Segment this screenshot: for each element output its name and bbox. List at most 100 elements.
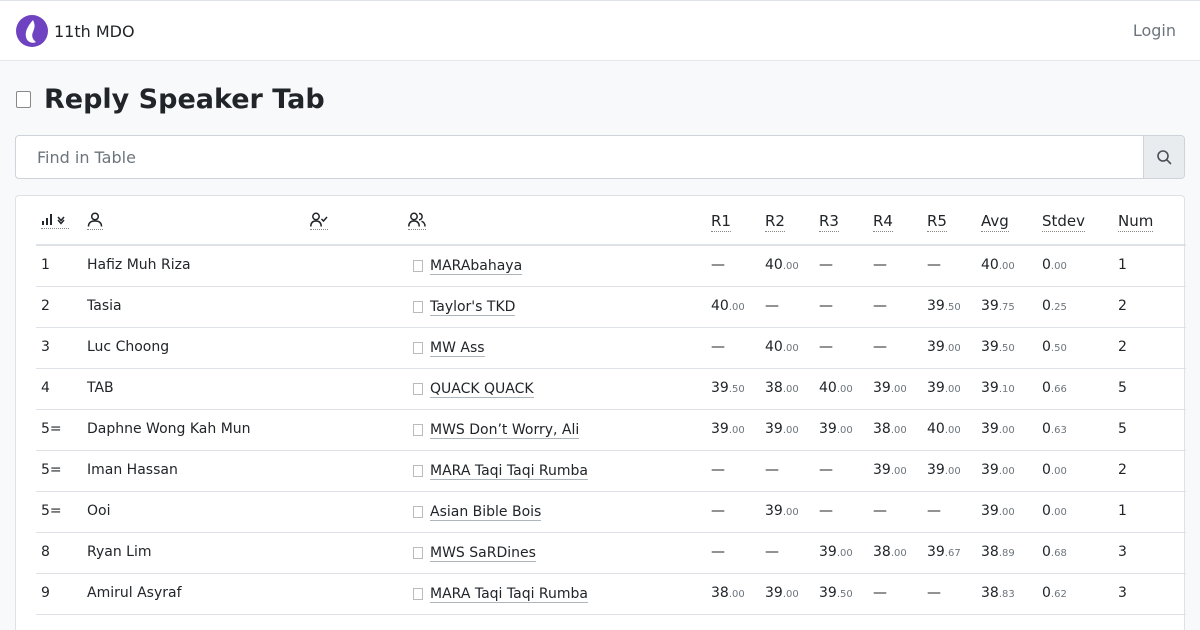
team-cell: MWS SaRDines bbox=[413, 545, 536, 562]
stdev-cell: 0.50 bbox=[1042, 339, 1067, 355]
score-integer: 0 bbox=[1042, 380, 1051, 396]
team-link[interactable]: MARAbahaya bbox=[430, 258, 523, 275]
speaker-name: Amirul Asyraf bbox=[87, 585, 182, 601]
num-cell: 5 bbox=[1118, 380, 1127, 396]
col-r5-header[interactable]: R5 bbox=[927, 212, 947, 232]
score-r1: 38.00 bbox=[711, 585, 745, 601]
score-r5: — bbox=[927, 503, 941, 519]
col-r2-header[interactable]: R2 bbox=[765, 212, 785, 232]
speaker-name: Ryan Lim bbox=[87, 544, 152, 560]
avg-cell: 39.00 bbox=[981, 462, 1015, 478]
col-stdev-header[interactable]: Stdev bbox=[1042, 212, 1086, 232]
team-cell: MARA Taqi Taqi Rumba bbox=[413, 586, 588, 603]
num-cell: 3 bbox=[1118, 585, 1127, 601]
score-r4: 38.00 bbox=[873, 421, 907, 437]
num-cell: 1 bbox=[1118, 503, 1127, 519]
col-r1-header[interactable]: R1 bbox=[711, 212, 731, 232]
institution-column-header[interactable] bbox=[310, 212, 328, 230]
rank-cell: 5= bbox=[41, 503, 62, 519]
score-decimal: .00 bbox=[782, 261, 799, 272]
team-link[interactable]: MARA Taqi Taqi Rumba bbox=[430, 463, 588, 480]
stdev-cell: 0.68 bbox=[1042, 544, 1067, 560]
score-integer: 0 bbox=[1042, 257, 1051, 273]
score-r4: 39.00 bbox=[873, 380, 907, 396]
rank-column-header[interactable] bbox=[41, 212, 69, 229]
score-r2: 39.00 bbox=[765, 421, 799, 437]
score-decimal: .00 bbox=[890, 425, 907, 436]
score-integer: 39 bbox=[981, 462, 999, 478]
score-r3: — bbox=[819, 462, 833, 478]
team-emoji-icon bbox=[413, 301, 423, 313]
rank-cell: 5= bbox=[41, 421, 62, 437]
score-r2: 40.00 bbox=[765, 339, 799, 355]
score-r2: 40.00 bbox=[765, 257, 799, 273]
score-integer: 0 bbox=[1042, 421, 1051, 437]
num-cell: 1 bbox=[1118, 257, 1127, 273]
col-r3-header[interactable]: R3 bbox=[819, 212, 839, 232]
team-link[interactable]: Taylor's TKD bbox=[430, 299, 516, 316]
score-decimal: .68 bbox=[1050, 548, 1067, 559]
rank-sort-icon bbox=[41, 212, 69, 229]
score-r2: 39.00 bbox=[765, 503, 799, 519]
score-decimal: .00 bbox=[890, 466, 907, 477]
login-link[interactable]: Login bbox=[1133, 21, 1176, 40]
search-input[interactable] bbox=[16, 136, 1144, 178]
score-integer: 39 bbox=[765, 421, 783, 437]
score-integer: 39 bbox=[981, 339, 999, 355]
team-cell: Asian Bible Bois bbox=[413, 504, 542, 521]
score-decimal: .00 bbox=[890, 548, 907, 559]
team-link[interactable]: MWS SaRDines bbox=[430, 545, 536, 562]
score-integer: 39 bbox=[711, 380, 729, 396]
team-link[interactable]: MARA Taqi Taqi Rumba bbox=[430, 586, 588, 603]
score-integer: 38 bbox=[981, 585, 999, 601]
score-decimal: .50 bbox=[836, 589, 853, 600]
score-integer: 40 bbox=[765, 257, 783, 273]
team-link[interactable]: MWS Don’t Worry, Ali bbox=[430, 422, 580, 439]
col-avg-header[interactable]: Avg bbox=[981, 212, 1009, 232]
score-r2: — bbox=[765, 462, 779, 478]
search-button[interactable] bbox=[1143, 136, 1184, 178]
team-cell: MW Ass bbox=[413, 340, 485, 357]
speaker-name: Tasia bbox=[87, 298, 122, 314]
avg-cell: 39.00 bbox=[981, 503, 1015, 519]
score-r4: — bbox=[873, 585, 887, 601]
users-icon bbox=[408, 212, 426, 230]
score-integer: 38 bbox=[873, 544, 891, 560]
team-link[interactable]: MW Ass bbox=[430, 340, 485, 357]
score-decimal: .83 bbox=[998, 589, 1015, 600]
table-row: 5= Iman Hassan MARA Taqi Taqi Rumba — — —39.0… bbox=[36, 451, 1186, 492]
score-integer: 39 bbox=[981, 298, 999, 314]
team-link[interactable]: Asian Bible Bois bbox=[430, 504, 542, 521]
score-integer: 38 bbox=[711, 585, 729, 601]
score-r1: — bbox=[711, 544, 725, 560]
avg-cell: 38.89 bbox=[981, 544, 1015, 560]
speaker-column-header[interactable] bbox=[87, 212, 103, 230]
col-num-header[interactable]: Num bbox=[1118, 212, 1154, 232]
score-decimal: .00 bbox=[782, 343, 799, 354]
team-column-header[interactable] bbox=[408, 212, 426, 230]
team-cell: MARA Taqi Taqi Rumba bbox=[413, 463, 588, 480]
score-decimal: .89 bbox=[998, 548, 1015, 559]
score-r2: 38.00 bbox=[765, 380, 799, 396]
score-r1: — bbox=[711, 503, 725, 519]
score-decimal: .00 bbox=[944, 384, 961, 395]
col-r4-header[interactable]: R4 bbox=[873, 212, 893, 232]
score-decimal: .00 bbox=[782, 589, 799, 600]
score-decimal: .63 bbox=[1050, 425, 1067, 436]
speaker-name: Luc Choong bbox=[87, 339, 170, 355]
score-integer: 39 bbox=[927, 544, 945, 560]
score-r5: 39.00 bbox=[927, 339, 961, 355]
score-r2: 39.00 bbox=[765, 585, 799, 601]
stdev-cell: 0.00 bbox=[1042, 462, 1067, 478]
score-r5: — bbox=[927, 257, 941, 273]
score-integer: 39 bbox=[927, 339, 945, 355]
team-emoji-icon bbox=[413, 342, 423, 354]
score-integer: 39 bbox=[819, 544, 837, 560]
num-cell: 5 bbox=[1118, 421, 1127, 437]
team-link[interactable]: QUACK QUACK bbox=[430, 381, 534, 398]
table-row: 2 Tasia Taylor's TKD 40.00— — —39.50 39.75 0.25… bbox=[36, 287, 1186, 328]
table-row: 9 Amirul Asyraf MARA Taqi Taqi Rumba 38.00 3… bbox=[36, 574, 1186, 615]
brand-link[interactable]: 11th MDO bbox=[16, 15, 135, 47]
stdev-cell: 0.00 bbox=[1042, 503, 1067, 519]
score-integer: 39 bbox=[927, 462, 945, 478]
